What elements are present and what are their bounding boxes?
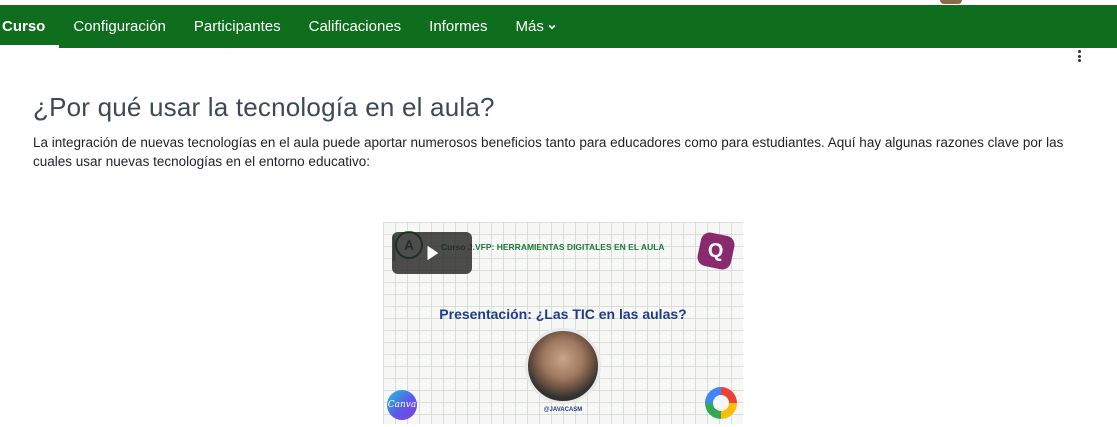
video-handle: @JAVACASM (543, 407, 583, 413)
tab-participantes[interactable]: Participantes (180, 5, 295, 48)
tab-calificaciones-label: Calificaciones (308, 18, 402, 35)
play-button[interactable] (392, 232, 472, 274)
google-icon (705, 387, 737, 419)
tab-mas-label: Más (515, 18, 544, 35)
tab-informes-label: Informes (429, 18, 488, 35)
video-header-text: Curso J.VFP: HERRAMIENTAS DIGITALES EN E… (441, 242, 665, 252)
video-embed[interactable]: A Curso J.VFP: HERRAMIENTAS DIGITALES EN… (383, 222, 743, 424)
canva-icon: Canva (387, 390, 417, 420)
tab-configuracion[interactable]: Configuración (59, 5, 180, 48)
play-icon (427, 245, 439, 261)
video-title: Presentación: ¿Las TIC en las aulas? (439, 306, 687, 322)
tab-curso[interactable]: Curso (0, 5, 60, 48)
user-avatar[interactable] (940, 0, 962, 4)
tab-configuracion-label: Configuración (73, 18, 166, 35)
presenter-photo (525, 328, 601, 404)
actions-menu-icon[interactable] (1073, 50, 1085, 62)
quiz-app-letter: Q (708, 239, 724, 262)
quiz-app-icon: Q (695, 230, 737, 272)
tab-participantes-label: Participantes (193, 18, 281, 35)
intro-paragraph: La integración de nuevas tecnologías en … (33, 135, 1064, 169)
page-title: ¿Por qué usar la tecnología en el aula? (33, 92, 495, 122)
tab-informes[interactable]: Informes (415, 5, 501, 48)
chevron-down-icon (548, 23, 556, 31)
secondary-navigation: Curso Configuración Participantes Califi… (0, 5, 1117, 48)
tab-curso-label: Curso (2, 18, 46, 35)
tab-mas[interactable]: Más (502, 5, 570, 48)
tab-calificaciones[interactable]: Calificaciones (295, 5, 416, 48)
